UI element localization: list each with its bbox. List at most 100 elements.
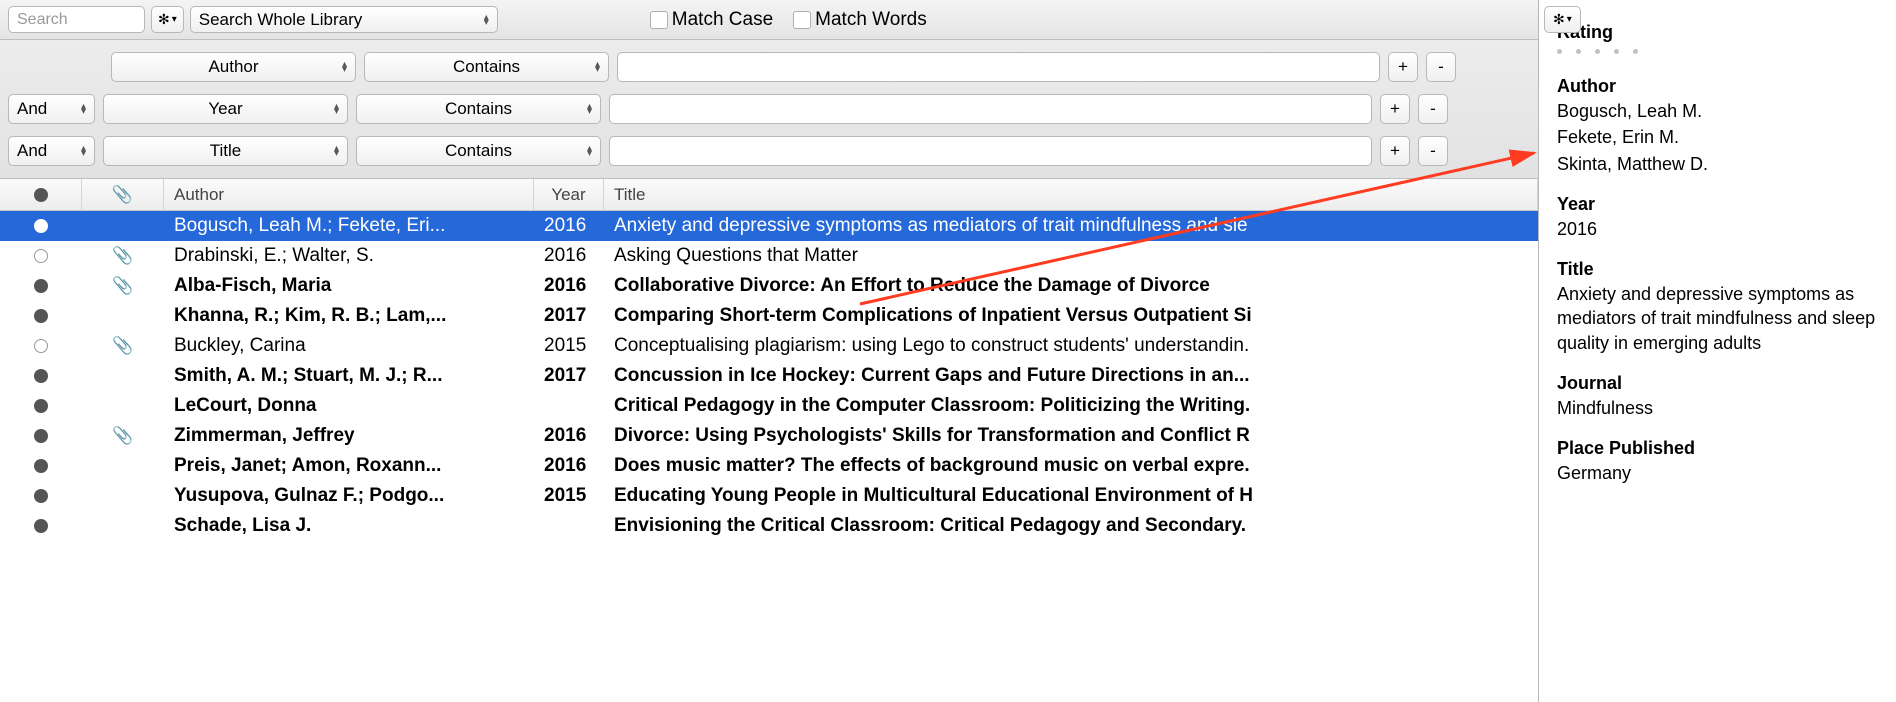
top-toolbar: ✻ ▾ Search Whole Library ▴▾ Match Case M… [0, 0, 1538, 40]
paperclip-icon: 📎 [112, 246, 133, 266]
author-cell: Smith, A. M.; Stuart, M. J.; R... [164, 365, 534, 387]
table-row[interactable]: 📎 Zimmerman, Jeffrey2016Divorce: Using Ps… [0, 421, 1538, 451]
author-cell: Khanna, R.; Kim, R. B.; Lam,... [164, 305, 534, 327]
table-row[interactable]: Smith, A. M.; Stuart, M. J.; R...2017Con… [0, 361, 1538, 391]
remove-filter-button[interactable]: - [1418, 94, 1448, 124]
title-cell: Divorce: Using Psychologists' Skills for… [604, 425, 1538, 447]
search-input[interactable] [8, 6, 145, 33]
table-row[interactable]: 📎 Drabinski, E.; Walter, S.2016Asking Que… [0, 241, 1538, 271]
author-cell: Preis, Janet; Amon, Roxann... [164, 455, 534, 477]
read-status-icon [34, 369, 48, 383]
year-cell: 2016 [534, 245, 604, 267]
author-cell: Drabinski, E.; Walter, S. [164, 245, 534, 267]
column-year[interactable]: Year [534, 179, 604, 210]
bool-select[interactable]: And▴▾ [8, 94, 95, 124]
title-cell: Collaborative Divorce: An Effort to Redu… [604, 275, 1538, 297]
table-body: Bogusch, Leah M.; Fekete, Eri...2016Anxi… [0, 211, 1538, 702]
gear-button-left[interactable]: ✻ ▾ [151, 6, 184, 33]
year-cell: 2017 [534, 365, 604, 387]
gear-icon: ✻ [158, 11, 170, 28]
table-row[interactable]: 📎Alba-Fisch, Maria2016Collaborative Divo… [0, 271, 1538, 301]
year-cell: 2016 [534, 425, 604, 447]
paperclip-icon: 📎 [112, 426, 133, 446]
field-select[interactable]: Year▴▾ [103, 94, 348, 124]
operator-select[interactable]: Contains▴▾ [364, 52, 609, 82]
read-status-icon [34, 489, 48, 503]
remove-filter-button[interactable]: - [1426, 52, 1456, 82]
title-cell: Concussion in Ice Hockey: Current Gaps a… [604, 365, 1538, 387]
remove-filter-button[interactable]: - [1418, 136, 1448, 166]
table-row[interactable]: Bogusch, Leah M.; Fekete, Eri...2016Anxi… [0, 211, 1538, 241]
author-value-2: Fekete, Erin M. [1557, 125, 1878, 149]
filter-value-input[interactable] [609, 136, 1372, 166]
journal-value: Mindfulness [1557, 396, 1878, 420]
add-filter-button[interactable]: + [1380, 136, 1410, 166]
dot-icon [34, 188, 48, 202]
year-cell: 2015 [534, 335, 604, 357]
author-value-3: Skinta, Matthew D. [1557, 152, 1878, 176]
journal-label: Journal [1557, 373, 1878, 394]
author-cell: Buckley, Carina [164, 335, 534, 357]
read-status-icon [34, 399, 48, 413]
filter-value-input[interactable] [609, 94, 1372, 124]
year-value: 2016 [1557, 217, 1878, 241]
gear-icon: ✻ [1553, 11, 1565, 28]
match-case-checkbox[interactable]: Match Case [650, 9, 773, 31]
search-scope-select[interactable]: Search Whole Library ▴▾ [190, 6, 498, 33]
title-cell: Educating Young People in Multicultural … [604, 485, 1538, 507]
author-cell: Schade, Lisa J. [164, 515, 534, 537]
read-status-icon [34, 279, 48, 293]
add-filter-button[interactable]: + [1380, 94, 1410, 124]
author-value-1: Bogusch, Leah M. [1557, 99, 1878, 123]
year-cell: 2016 [534, 275, 604, 297]
filter-value-input[interactable] [617, 52, 1380, 82]
checkbox-icon [793, 11, 811, 29]
title-value: Anxiety and depressive symptoms as media… [1557, 282, 1878, 355]
place-label: Place Published [1557, 438, 1878, 459]
paperclip-icon: 📎 [112, 276, 133, 296]
column-read[interactable] [0, 179, 82, 210]
operator-select[interactable]: Contains▴▾ [356, 94, 601, 124]
year-label: Year [1557, 194, 1878, 215]
table-row[interactable]: Khanna, R.; Kim, R. B.; Lam,...2017Compa… [0, 301, 1538, 331]
table-row[interactable]: Yusupova, Gulnaz F.; Podgo...2015Educati… [0, 481, 1538, 511]
match-words-checkbox[interactable]: Match Words [793, 9, 927, 31]
filter-row: Author▴▾ Contains▴▾ +- [0, 46, 1538, 88]
gear-button-right[interactable]: ✻ ▾ [1544, 6, 1581, 33]
author-cell: LeCourt, Donna [164, 395, 534, 417]
add-filter-button[interactable]: + [1388, 52, 1418, 82]
operator-select[interactable]: Contains▴▾ [356, 136, 601, 166]
column-title[interactable]: Title [604, 179, 1538, 210]
read-status-icon [34, 309, 48, 323]
read-status-icon [34, 459, 48, 473]
filter-row: And▴▾ Year▴▾ Contains▴▾ +- [0, 88, 1538, 130]
table-row[interactable]: LeCourt, DonnaCritical Pedagogy in the C… [0, 391, 1538, 421]
column-author[interactable]: Author [164, 179, 534, 210]
column-attachment[interactable]: 📎 [82, 179, 164, 210]
read-status-icon [34, 219, 48, 233]
checkbox-icon [650, 11, 668, 29]
filter-row: And▴▾ Title▴▾ Contains▴▾ +- [0, 130, 1538, 172]
paperclip-icon: 📎 [112, 185, 133, 205]
scope-label: Search Whole Library [199, 10, 362, 30]
title-cell: Envisioning the Critical Classroom: Crit… [604, 515, 1538, 537]
field-select[interactable]: Title▴▾ [103, 136, 348, 166]
read-status-icon [34, 519, 48, 533]
table-row[interactable]: Schade, Lisa J. Envisioning the Critical … [0, 511, 1538, 541]
read-status-icon [34, 339, 48, 353]
field-select[interactable]: Author▴▾ [111, 52, 356, 82]
chevron-down-icon: ▾ [172, 14, 177, 25]
bool-select[interactable]: And▴▾ [8, 136, 95, 166]
title-cell: Conceptualising plagiarism: using Lego t… [604, 335, 1538, 357]
rating-label: Rating [1557, 22, 1878, 43]
table-row[interactable]: Preis, Janet; Amon, Roxann...2016Does mu… [0, 451, 1538, 481]
title-cell: Asking Questions that Matter [604, 245, 1538, 267]
title-label: Title [1557, 259, 1878, 280]
author-cell: Zimmerman, Jeffrey [164, 425, 534, 447]
year-cell: 2017 [534, 305, 604, 327]
updown-icon: ▴▾ [484, 15, 489, 25]
title-cell: Anxiety and depressive symptoms as media… [604, 215, 1538, 237]
title-cell: Comparing Short-term Complications of In… [604, 305, 1538, 327]
table-row[interactable]: 📎Buckley, Carina2015Conceptualising plag… [0, 331, 1538, 361]
rating-dots[interactable] [1557, 49, 1878, 54]
